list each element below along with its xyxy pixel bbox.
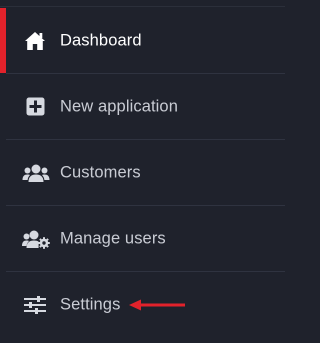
sidebar-item-label: Settings: [60, 295, 121, 313]
sliders-icon: [24, 294, 46, 316]
sidebar-nav: Dashboard New application Customers Mana…: [0, 0, 285, 343]
active-indicator: [0, 8, 6, 73]
sidebar-item-label: Customers: [60, 163, 141, 181]
plus-square-icon: [24, 96, 46, 118]
users-icon: [22, 162, 50, 184]
red-arrow-icon: [128, 298, 186, 312]
sidebar-item-customers[interactable]: Customers: [0, 140, 285, 205]
sidebar-item-dashboard[interactable]: Dashboard: [0, 8, 285, 73]
sidebar-item-manage-users[interactable]: Manage users: [0, 206, 285, 271]
sidebar-item-new-application[interactable]: New application: [0, 74, 285, 139]
home-icon: [24, 30, 46, 52]
sidebar-item-label: New application: [60, 97, 178, 115]
sidebar-item-label: Manage users: [60, 229, 166, 247]
top-divider: [0, 6, 285, 7]
users-cog-icon: [22, 228, 50, 250]
sidebar-item-label: Dashboard: [60, 31, 142, 49]
